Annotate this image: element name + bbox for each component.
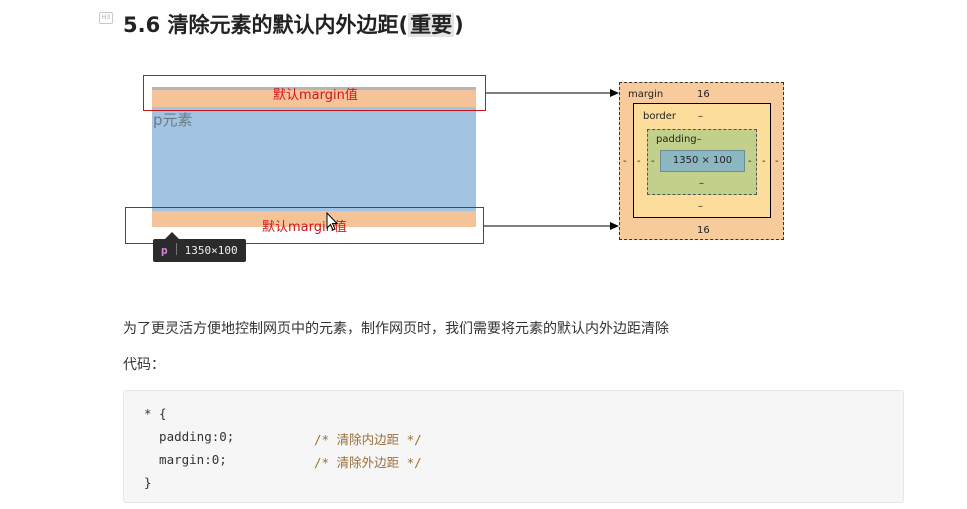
code-line-margin: margin:0;: [144, 452, 227, 467]
box-model-border-top: –: [698, 111, 703, 122]
arrow-top-head: [610, 89, 619, 97]
box-model-border-left: -: [637, 156, 641, 167]
box-model-illustration: p元素 默认margin值 默认margin值 p 1350×100 1350 ×…: [0, 0, 967, 300]
box-model-border-bottom: –: [698, 201, 703, 212]
code-block[interactable]: * { padding:0; /* 清除内边距 */ margin:0; /* …: [123, 390, 904, 503]
box-model-margin-right: -: [775, 156, 779, 167]
code-label: 代码：: [123, 357, 165, 373]
code-comment-margin: /* 清除外边距 */: [314, 455, 422, 470]
box-model-margin-left: -: [623, 156, 627, 167]
code-line-close: }: [144, 475, 152, 490]
code-comment-padding: /* 清除内边距 */: [314, 432, 422, 447]
box-model-margin-bottom: 16: [697, 225, 710, 236]
arrow-bottom-head: [610, 222, 619, 230]
box-model-margin-top: 16: [697, 89, 710, 100]
arrows: [484, 89, 619, 230]
box-model-padding-right: -: [748, 156, 752, 167]
box-model-margin-label: margin: [628, 89, 664, 100]
box-model-content: 1350 × 100: [660, 150, 745, 172]
box-model-padding-label: padding–: [656, 134, 702, 145]
code-line-open: * {: [144, 406, 167, 421]
box-model-padding-left: -: [651, 156, 655, 167]
description-paragraph: 为了更灵活方便地控制网页中的元素，制作网页时，我们需要将元素的默认内外边距清除: [123, 321, 669, 337]
box-model-border-right: -: [762, 156, 766, 167]
box-model-padding-bottom: –: [699, 178, 704, 189]
code-line-padding: padding:0;: [144, 429, 235, 444]
box-model-border-label: border: [643, 111, 677, 122]
